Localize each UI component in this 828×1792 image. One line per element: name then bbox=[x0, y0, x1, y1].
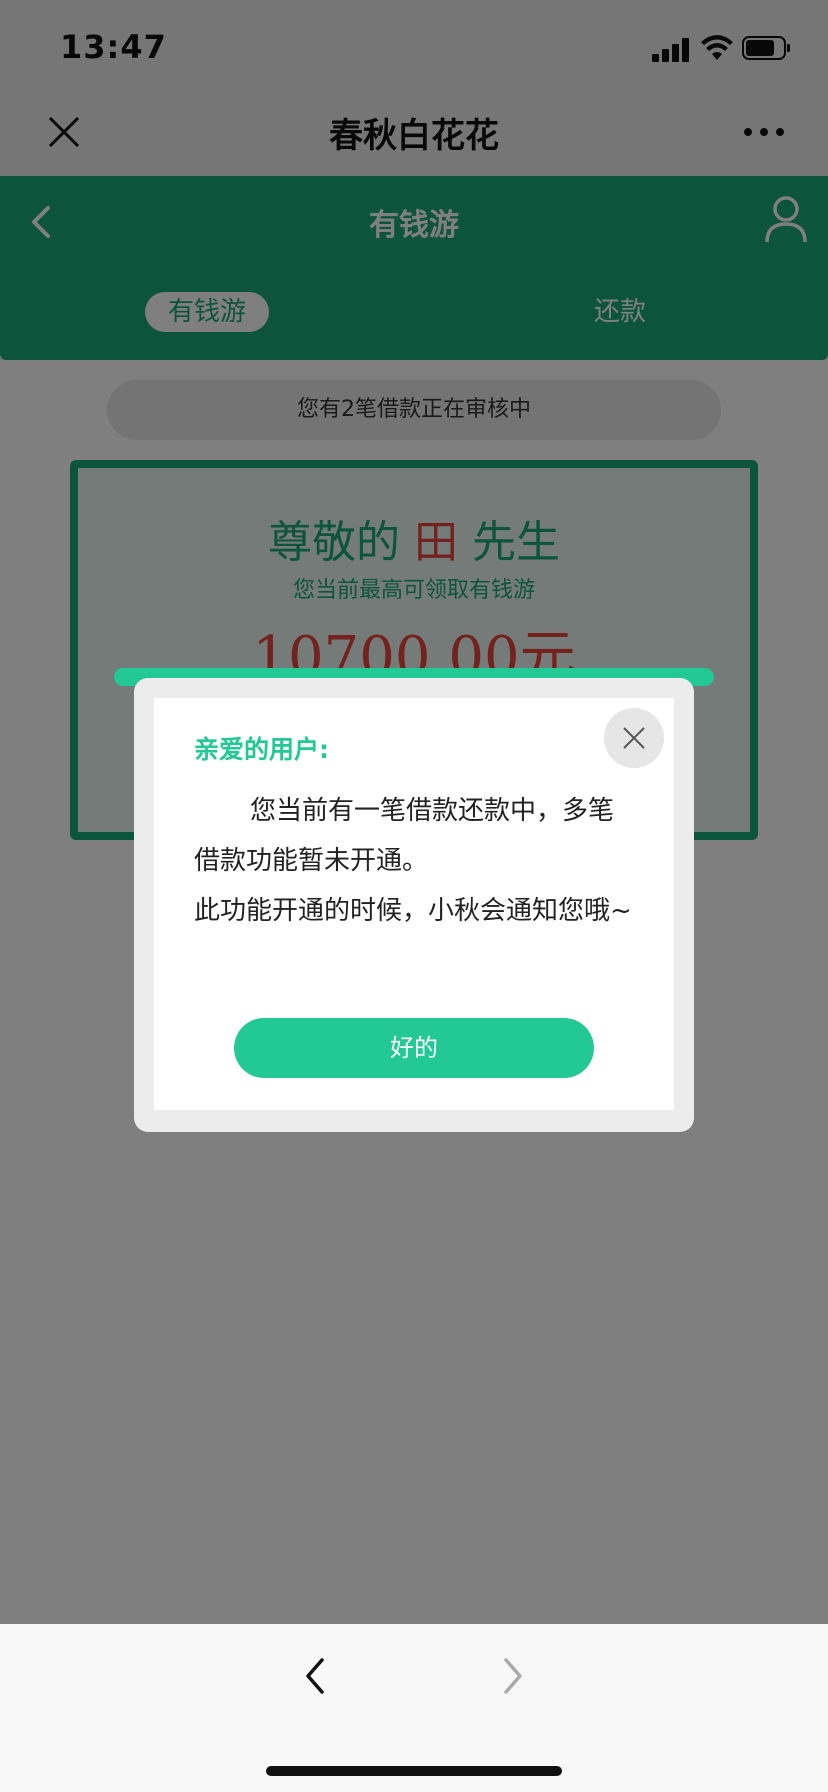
modal-message-line: 您当前有一笔借款还款中，多笔借款功能暂未开通。 bbox=[194, 796, 615, 876]
home-indicator bbox=[266, 1766, 562, 1776]
modal-message: 您当前有一笔借款还款中，多笔借款功能暂未开通。 此功能开通的时候，小秋会通知您哦… bbox=[194, 786, 634, 936]
modal-dialog: 亲爱的用户: 您当前有一笔借款还款中，多笔借款功能暂未开通。 此功能开通的时候，… bbox=[134, 678, 694, 1132]
chevron-left-icon[interactable] bbox=[300, 1654, 330, 1698]
chevron-right-icon[interactable] bbox=[498, 1654, 528, 1698]
browser-nav-bar bbox=[0, 1624, 828, 1792]
modal-content: 亲爱的用户: 您当前有一笔借款还款中，多笔借款功能暂未开通。 此功能开通的时候，… bbox=[154, 698, 674, 1110]
modal-heading: 亲爱的用户: bbox=[194, 735, 329, 764]
ok-button[interactable]: 好的 bbox=[234, 1018, 594, 1078]
close-icon[interactable] bbox=[604, 708, 664, 768]
modal-message-line: 此功能开通的时候，小秋会通知您哦~ bbox=[194, 896, 632, 926]
